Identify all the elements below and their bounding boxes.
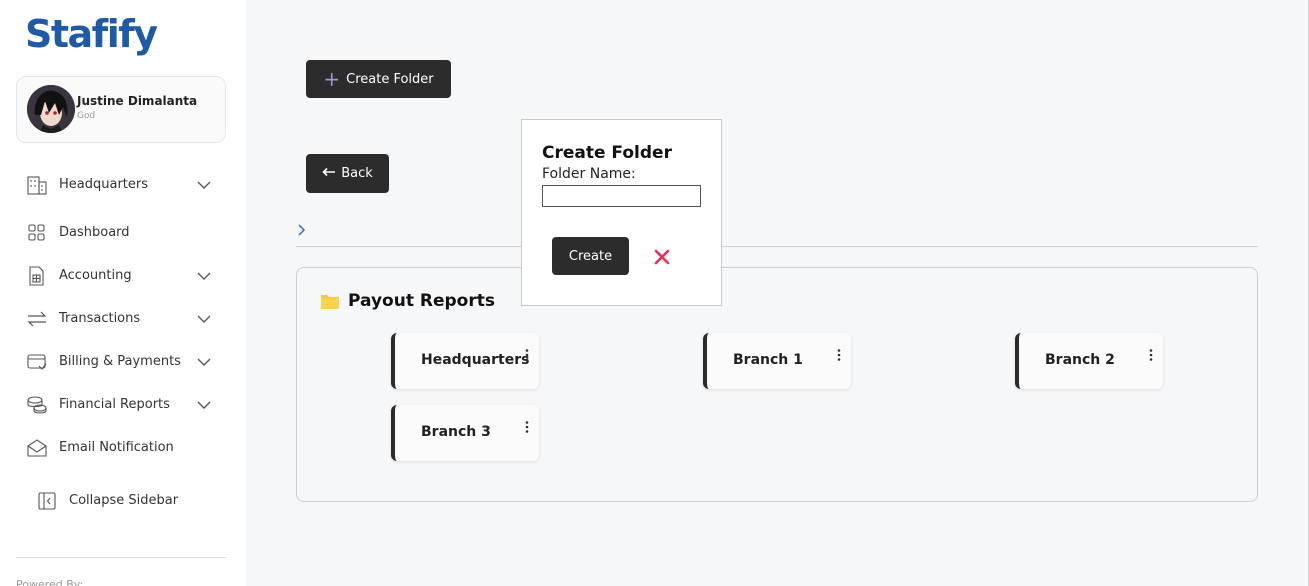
folder-name-input[interactable] xyxy=(542,185,701,207)
building-icon xyxy=(26,175,48,195)
folder-icon xyxy=(320,293,340,310)
kebab-menu-icon[interactable] xyxy=(836,347,842,361)
collapse-sidebar-label: Collapse Sidebar xyxy=(69,493,179,508)
sidebar-item-label: Billing & Payments xyxy=(59,354,181,369)
sidebar-divider xyxy=(16,557,227,558)
collapse-panel-icon xyxy=(36,491,58,511)
folder-name-label: Folder Name: xyxy=(542,166,636,182)
app-root: Stafify Justine Dimalanta God Headquarte… xyxy=(0,0,1309,586)
chevron-down-icon[interactable] xyxy=(196,354,212,370)
folder-card-label: Branch 3 xyxy=(421,424,491,440)
collapse-sidebar-button[interactable]: Collapse Sidebar xyxy=(16,486,226,516)
sidebar: Stafify Justine Dimalanta God Headquarte… xyxy=(0,0,246,586)
arrow-left-icon xyxy=(322,166,336,181)
powered-by-label: Powered By: xyxy=(16,578,84,586)
folder-panel: Payout Reports Headquarters Branch 1 Bra… xyxy=(296,267,1258,502)
chevron-down-icon[interactable] xyxy=(196,177,212,193)
folder-card-branch-3[interactable]: Branch 3 xyxy=(391,405,539,461)
sidebar-item-dashboard[interactable]: Dashboard xyxy=(16,218,226,248)
chevron-down-icon[interactable] xyxy=(196,311,212,327)
kebab-menu-icon[interactable] xyxy=(1148,347,1154,361)
sidebar-item-accounting[interactable]: Accounting xyxy=(16,261,226,291)
sidebar-item-label: Email Notification xyxy=(59,440,174,455)
kebab-menu-icon[interactable] xyxy=(524,419,530,433)
folder-card-label: Branch 1 xyxy=(733,352,803,368)
kebab-menu-icon[interactable] xyxy=(524,347,530,361)
back-button[interactable]: Back xyxy=(306,154,389,193)
chevron-down-icon[interactable] xyxy=(196,397,212,413)
sidebar-item-email-notification[interactable]: Email Notification xyxy=(16,433,226,463)
create-folder-button[interactable]: + Create Folder xyxy=(306,60,451,98)
sidebar-item-billing-payments[interactable]: Billing & Payments xyxy=(16,347,226,377)
folder-card-branch-2[interactable]: Branch 2 xyxy=(1015,333,1163,389)
modal-title: Create Folder xyxy=(542,143,672,163)
sidebar-item-label: Headquarters xyxy=(59,177,149,192)
mail-icon xyxy=(26,438,48,458)
sidebar-item-label: Financial Reports xyxy=(59,397,170,412)
create-folder-modal: Create Folder Folder Name: Create xyxy=(521,119,722,306)
app-logo[interactable]: Stafify xyxy=(25,12,158,56)
folder-card-label: Branch 2 xyxy=(1045,352,1115,368)
profile-card[interactable]: Justine Dimalanta God xyxy=(16,76,226,143)
coins-icon xyxy=(26,395,48,415)
folder-card-label: Headquarters xyxy=(421,352,530,368)
panel-title: Payout Reports xyxy=(348,291,495,311)
modal-create-button[interactable]: Create xyxy=(552,237,629,275)
sidebar-item-label: Transactions xyxy=(59,311,141,326)
sidebar-item-transactions[interactable]: Transactions xyxy=(16,304,226,334)
profile-role: God xyxy=(77,111,96,121)
chevron-down-icon[interactable] xyxy=(196,268,212,284)
sidebar-item-financial-reports[interactable]: Financial Reports xyxy=(16,390,226,420)
arrows-swap-icon xyxy=(26,309,48,329)
folder-card-branch-1[interactable]: Branch 1 xyxy=(703,333,851,389)
calculator-icon xyxy=(26,266,48,286)
create-folder-label: Create Folder xyxy=(346,71,434,87)
sidebar-item-label: Accounting xyxy=(59,268,132,283)
main-content: + Create Folder Back Payout Reports Head… xyxy=(246,0,1309,586)
close-icon[interactable] xyxy=(653,248,671,266)
back-label: Back xyxy=(341,166,373,181)
card-icon xyxy=(26,352,48,372)
sidebar-item-label: Dashboard xyxy=(59,225,130,240)
profile-name: Justine Dimalanta xyxy=(77,94,198,108)
folder-card-headquarters[interactable]: Headquarters xyxy=(391,333,539,389)
grid-icon xyxy=(26,223,48,243)
sidebar-item-headquarters[interactable]: Headquarters xyxy=(16,170,226,200)
breadcrumb-divider xyxy=(296,246,1258,247)
plus-icon: + xyxy=(323,67,341,91)
avatar xyxy=(27,85,75,133)
breadcrumb-chevron-right-icon[interactable] xyxy=(296,222,308,236)
